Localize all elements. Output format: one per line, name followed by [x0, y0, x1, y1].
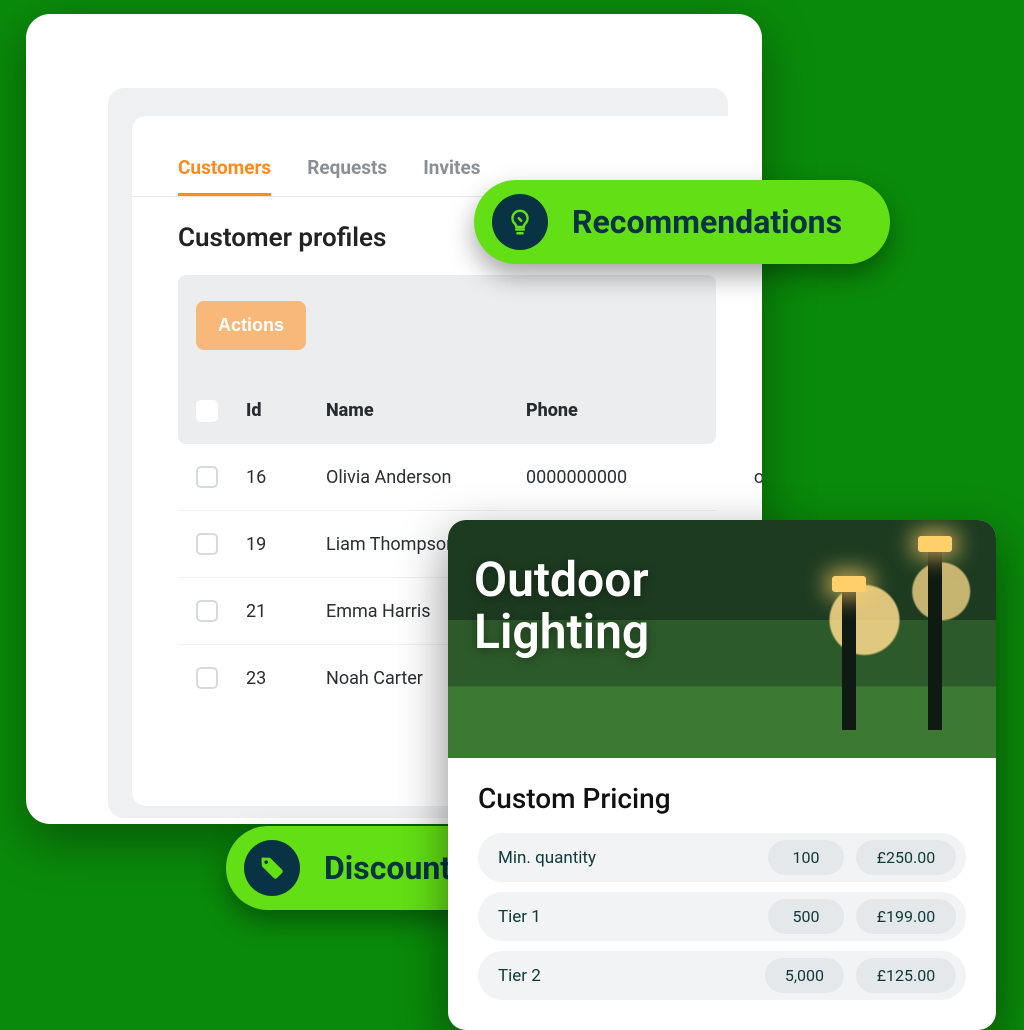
recommendations-badge[interactable]: Recommendations — [474, 180, 890, 264]
tab-customers[interactable]: Customers — [178, 156, 271, 196]
col-email: E- — [706, 400, 762, 422]
product-title: Outdoor Lighting — [474, 554, 754, 658]
tier-price: £199.00 — [856, 899, 956, 934]
actions-button[interactable]: Actions — [196, 301, 306, 350]
cell-id: 19 — [246, 534, 326, 555]
tier-price: £250.00 — [856, 840, 956, 875]
pricing-tier-row: Min. quantity 100 £250.00 — [478, 833, 966, 882]
tier-qty: 100 — [768, 840, 844, 875]
discounts-label: Discounts — [324, 849, 468, 887]
tier-qty: 5,000 — [765, 958, 844, 993]
product-body: Custom Pricing Min. quantity 100 £250.00… — [448, 758, 996, 1030]
row-checkbox[interactable] — [196, 667, 218, 689]
tier-label: Min. quantity — [498, 848, 756, 868]
pricing-title: Custom Pricing — [478, 782, 966, 815]
lamp-icon — [928, 550, 942, 730]
col-id: Id — [246, 400, 326, 422]
row-checkbox[interactable] — [196, 600, 218, 622]
row-checkbox[interactable] — [196, 533, 218, 555]
table-header: Id Name Phone E- — [178, 378, 716, 444]
lightbulb-icon — [492, 194, 548, 250]
row-checkbox[interactable] — [196, 466, 218, 488]
tier-qty: 500 — [768, 899, 844, 934]
recommendations-label: Recommendations — [572, 203, 842, 241]
col-name: Name — [326, 400, 526, 422]
select-all-checkbox[interactable] — [196, 400, 218, 422]
tier-price: £125.00 — [856, 958, 956, 993]
tab-requests[interactable]: Requests — [307, 156, 387, 196]
cell-phone: 0000000000 — [526, 467, 706, 488]
tier-label: Tier 2 — [498, 966, 753, 986]
cell-id: 21 — [246, 601, 326, 622]
tier-label: Tier 1 — [498, 907, 756, 927]
cell-name: Olivia Anderson — [326, 467, 526, 488]
product-card: Outdoor Lighting Custom Pricing Min. qua… — [448, 520, 996, 1030]
pricing-tier-row: Tier 2 5,000 £125.00 — [478, 951, 966, 1000]
cell-email: olivi — [706, 467, 762, 488]
table-row: 16 Olivia Anderson 0000000000 olivi — [178, 444, 716, 511]
tag-icon — [244, 840, 300, 896]
product-hero-image: Outdoor Lighting — [448, 520, 996, 758]
col-phone: Phone — [526, 400, 706, 422]
table-toolbar: Actions — [178, 275, 716, 378]
pricing-tier-row: Tier 1 500 £199.00 — [478, 892, 966, 941]
cell-id: 16 — [246, 467, 326, 488]
lamp-icon — [842, 590, 856, 730]
cell-id: 23 — [246, 668, 326, 689]
tab-invites[interactable]: Invites — [423, 156, 480, 196]
